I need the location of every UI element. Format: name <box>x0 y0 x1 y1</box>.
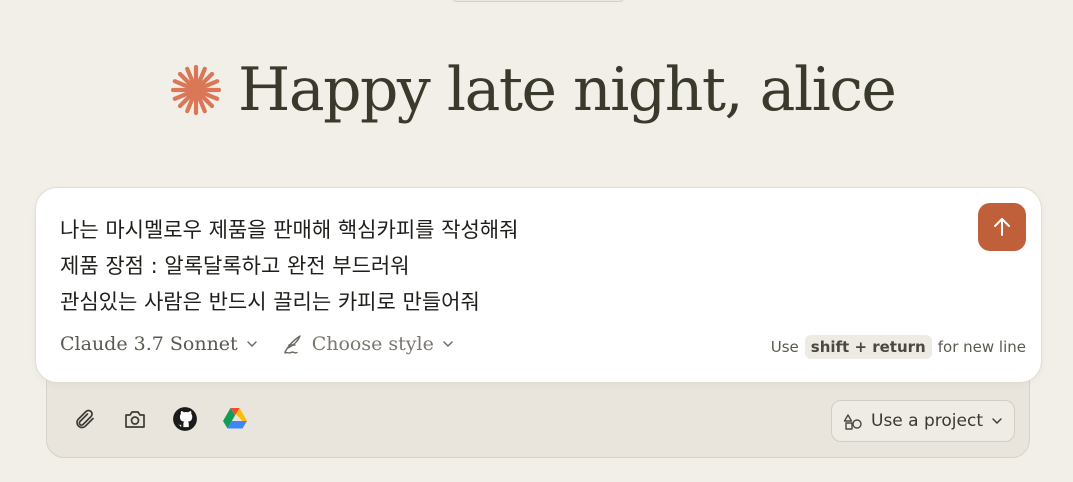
hint-use: Use <box>770 338 799 356</box>
message-line: 제품 장점 : 알록달록하고 완전 부드러워 <box>60 254 410 278</box>
composer-tools <box>72 406 248 432</box>
send-arrow-icon <box>994 218 1010 236</box>
google-drive-button[interactable] <box>222 406 248 432</box>
message-composer[interactable]: 나는 마시멜로우 제품을 판매해 핵심카피를 작성해줘 제품 장점 : 알록달록… <box>35 187 1042 383</box>
model-selector[interactable]: Claude 3.7 Sonnet <box>60 333 258 355</box>
screenshot-button[interactable] <box>122 406 148 432</box>
google-drive-icon <box>223 408 247 429</box>
camera-icon <box>125 411 145 428</box>
chevron-down-icon <box>443 341 453 347</box>
chevron-down-icon <box>247 341 257 347</box>
message-line: 나는 마시멜로우 제품을 판매해 핵심카피를 작성해줘 <box>60 218 519 242</box>
model-label: Claude 3.7 Sonnet <box>60 333 238 355</box>
send-button[interactable] <box>978 203 1026 251</box>
hint-keys: shift + return <box>804 335 932 359</box>
style-label: Choose style <box>311 333 434 355</box>
top-tab[interactable] <box>452 0 624 2</box>
project-icon <box>843 414 862 430</box>
style-icon <box>284 335 301 354</box>
message-line: 관심있는 사람은 반드시 끌리는 카피로 만들어줘 <box>60 290 480 314</box>
use-project-label: Use a project <box>871 411 983 431</box>
hint-suffix: for new line <box>937 338 1026 356</box>
github-icon <box>173 407 197 431</box>
paperclip-icon <box>76 409 94 429</box>
newline-hint: Use shift + return for new line <box>771 335 1026 359</box>
style-selector[interactable]: Choose style <box>282 333 454 355</box>
attach-button[interactable] <box>72 406 98 432</box>
chevron-down-icon <box>992 418 1002 424</box>
greeting: Happy late night, alice <box>170 50 897 130</box>
claude-logo-icon <box>170 64 222 116</box>
use-project-button[interactable]: Use a project <box>831 400 1015 442</box>
github-button[interactable] <box>172 406 198 432</box>
message-input[interactable]: 나는 마시멜로우 제품을 판매해 핵심카피를 작성해줘 제품 장점 : 알록달록… <box>60 212 518 320</box>
greeting-title: Happy late night, alice <box>238 55 897 125</box>
